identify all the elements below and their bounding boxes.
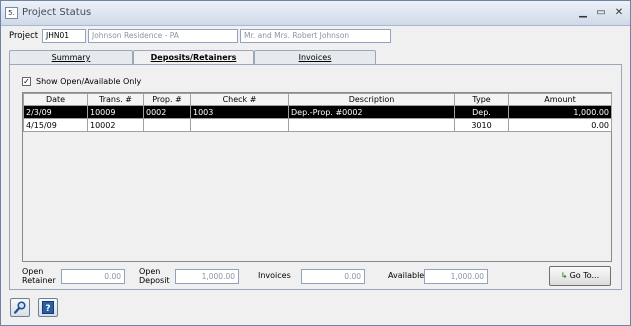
search-icon [14,301,26,314]
close-button[interactable]: ✕ [612,6,626,20]
go-to-arrow-icon: ↳ [560,271,568,280]
project-code-field[interactable]: JHN01 [42,29,86,43]
cell-prop: 0002 [143,105,191,119]
tab-invoices-label: Invoices [298,53,332,62]
open-deposit-label-line1: Open [139,267,161,276]
tab-invoices[interactable]: Invoices [254,50,376,64]
column-header-check[interactable]: Check # [190,93,289,106]
show-open-only-checkbox[interactable]: ✓ [22,77,31,86]
open-deposit-label-line2: Deposit [139,276,170,285]
tab-deposits-label: Deposits/Retainers [150,53,237,62]
tab-summary[interactable]: Summary [9,50,133,64]
show-open-only-label: Show Open/Available Only [36,77,142,86]
cell-type: Dep. [454,105,509,119]
column-header-type[interactable]: Type [454,93,509,106]
open-retainer-field: 0.00 [61,269,125,284]
open-retainer-label: Open Retainer [22,267,56,285]
cell-trans: 10009 [87,105,144,119]
column-header-date[interactable]: Date [23,93,88,106]
minimize-button[interactable]: ▁ [576,6,590,20]
project-label: Project [9,31,39,41]
invoices-field: 0.00 [301,269,365,284]
cell-prop [143,118,191,132]
invoices-label: Invoices [258,271,291,280]
open-retainer-label-line2: Retainer [22,276,56,285]
cell-check [190,118,289,132]
cell-trans: 10002 [87,118,144,132]
cell-type: 3010 [454,118,509,132]
tab-strip: Summary Deposits/Retainers Invoices [9,50,621,65]
cell-description: Dep.-Prop. #0002 [288,105,455,119]
deposits-panel: ✓ Show Open/Available Only Date Trans. #… [9,64,622,290]
open-deposit-field: 1,000.00 [175,269,239,284]
cell-amount: 1,000.00 [508,105,612,119]
project-status-window: 5. Project Status ▁ ▭ ✕ Project JHN01 Jo… [0,0,631,326]
help-icon: ? [42,301,54,314]
column-header-amount[interactable]: Amount [508,93,612,106]
cell-amount: 0.00 [508,118,612,132]
client-name-field: Mr. and Mrs. Robert Johnson [240,29,391,43]
svg-text:?: ? [45,304,50,314]
deposits-table: Date Trans. # Prop. # Check # Descriptio… [23,93,612,132]
window-title: Project Status [22,7,92,18]
app-icon: 5. [5,7,18,19]
column-header-description[interactable]: Description [288,93,455,106]
title-bar: 5. Project Status ▁ ▭ ✕ [1,1,630,26]
go-to-label: Go To... [569,271,600,280]
column-header-trans[interactable]: Trans. # [87,93,144,106]
open-deposit-label: Open Deposit [139,267,170,285]
deposits-grid[interactable]: Date Trans. # Prop. # Check # Descriptio… [22,92,612,262]
available-field: 1,000.00 [424,269,488,284]
search-button[interactable] [10,298,30,317]
available-label: Available [388,271,425,280]
go-to-button[interactable]: ↳ Go To... [549,266,611,286]
table-row[interactable]: 4/15/09 10002 3010 0.00 [23,118,612,132]
cell-date: 4/15/09 [23,118,88,132]
cell-check: 1003 [190,105,289,119]
project-name-field: Johnson Residence - PA [88,29,238,43]
tab-summary-label: Summary [51,53,91,62]
maximize-button[interactable]: ▭ [594,6,608,20]
help-button[interactable]: ? [38,298,58,317]
cell-date: 2/3/09 [23,105,88,119]
table-header-row: Date Trans. # Prop. # Check # Descriptio… [23,93,612,106]
table-row[interactable]: 2/3/09 10009 0002 1003 Dep.-Prop. #0002 … [23,105,612,119]
cell-description [288,118,455,132]
column-header-prop[interactable]: Prop. # [143,93,191,106]
tab-deposits-retainers[interactable]: Deposits/Retainers [133,50,254,65]
open-retainer-label-line1: Open [22,267,44,276]
